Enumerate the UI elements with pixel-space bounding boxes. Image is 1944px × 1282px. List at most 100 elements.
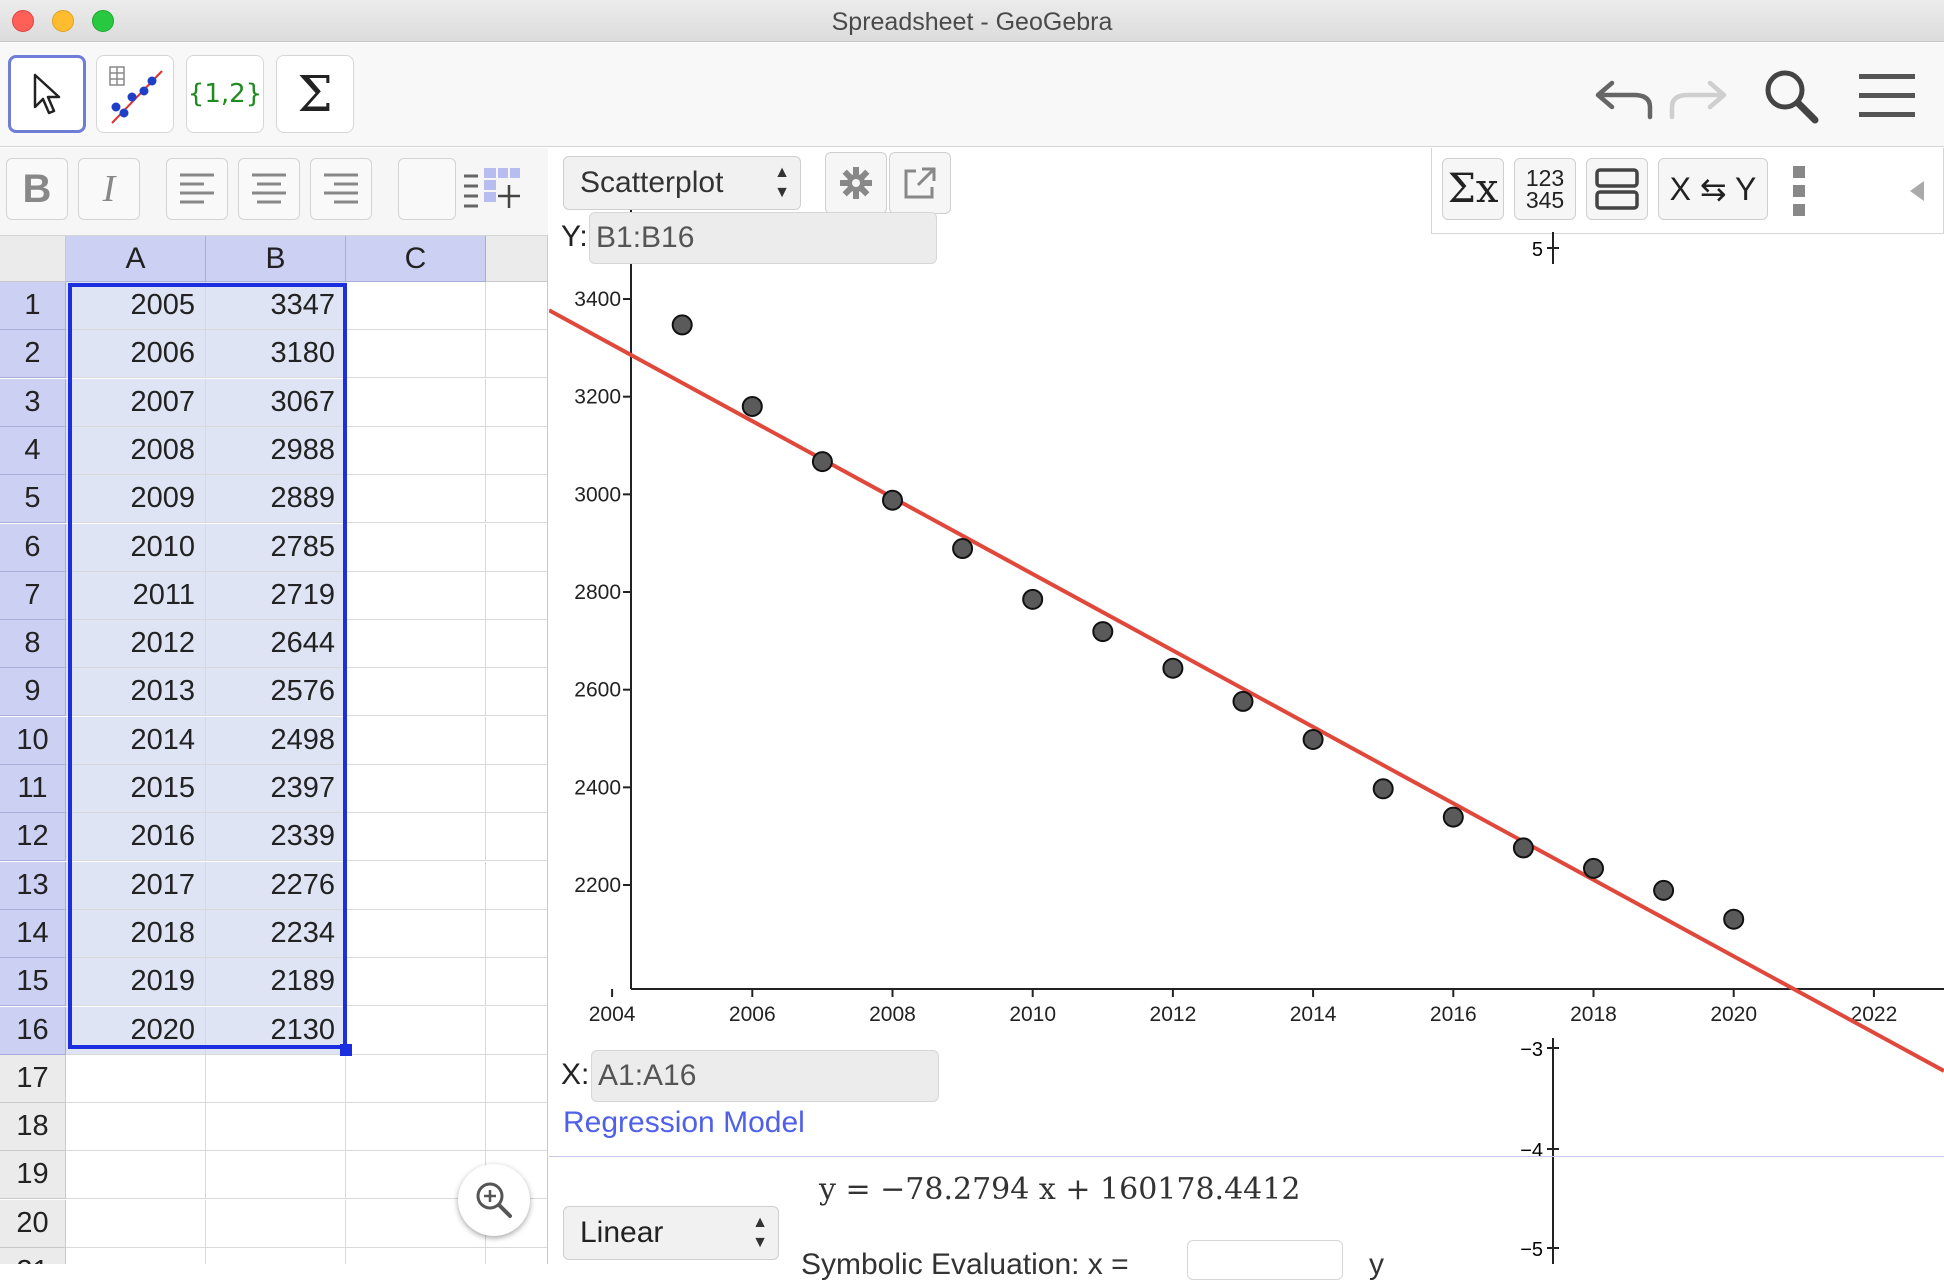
row-header[interactable]: 7	[0, 572, 66, 620]
cell-b[interactable]: 2234	[206, 910, 346, 958]
redo-button[interactable]	[1662, 61, 1732, 131]
cell-c[interactable]	[346, 958, 486, 1006]
row-header[interactable]: 12	[0, 813, 66, 861]
cell-d[interactable]	[486, 1055, 547, 1103]
cell-d[interactable]	[486, 379, 547, 427]
cell-b[interactable]: 3347	[206, 282, 346, 330]
align-center-button[interactable]	[238, 158, 300, 220]
cell-b[interactable]: 3180	[206, 330, 346, 378]
cell-a[interactable]: 2011	[66, 572, 206, 620]
cell-c[interactable]	[346, 1007, 486, 1055]
cell-b[interactable]	[206, 1103, 346, 1151]
cell-a[interactable]	[66, 1151, 206, 1199]
background-color-button[interactable]	[398, 158, 456, 220]
data-point[interactable]	[952, 538, 974, 560]
row-header[interactable]: 15	[0, 958, 66, 1006]
cell-c[interactable]	[346, 330, 486, 378]
cell-b[interactable]: 2276	[206, 862, 346, 910]
cell-b[interactable]	[206, 1151, 346, 1199]
show-data-button[interactable]: 123 345	[1514, 158, 1576, 220]
row-header[interactable]: 11	[0, 765, 66, 813]
move-tool-button[interactable]	[8, 55, 86, 133]
data-point[interactable]	[1022, 588, 1044, 610]
cell-b[interactable]: 2785	[206, 524, 346, 572]
show-input-bar-button[interactable]	[462, 166, 532, 218]
row-header[interactable]: 14	[0, 910, 66, 958]
row-header[interactable]: 10	[0, 717, 66, 765]
data-point[interactable]	[1372, 778, 1394, 800]
cell-a[interactable]: 2019	[66, 958, 206, 1006]
cell-d[interactable]	[486, 765, 547, 813]
zoom-in-button[interactable]	[458, 1164, 530, 1236]
plot-settings-button[interactable]	[825, 152, 887, 214]
row-header[interactable]: 13	[0, 862, 66, 910]
collapse-toolbar-button[interactable]	[1902, 176, 1932, 206]
cell-a[interactable]: 2020	[66, 1007, 206, 1055]
cell-a[interactable]: 2017	[66, 862, 206, 910]
search-button[interactable]	[1756, 61, 1826, 131]
bold-button[interactable]: B	[6, 158, 68, 220]
show-statistics-button[interactable]: Σx	[1442, 158, 1504, 220]
data-point[interactable]	[1653, 879, 1675, 901]
row-header[interactable]: 18	[0, 1103, 66, 1151]
cell-d[interactable]	[486, 862, 547, 910]
cell-b[interactable]: 2988	[206, 427, 346, 475]
select-all-corner[interactable]	[0, 236, 66, 282]
cell-a[interactable]: 2015	[66, 765, 206, 813]
cell-a[interactable]	[66, 1248, 206, 1264]
cell-a[interactable]: 2005	[66, 282, 206, 330]
split-view-button[interactable]	[1586, 158, 1648, 220]
column-header-d[interactable]	[486, 236, 547, 282]
cell-c[interactable]	[346, 524, 486, 572]
main-menu-button[interactable]	[1852, 61, 1922, 131]
row-header[interactable]: 8	[0, 620, 66, 668]
cell-a[interactable]: 2016	[66, 813, 206, 861]
cell-d[interactable]	[486, 475, 547, 523]
symbolic-evaluation-input[interactable]	[1187, 1240, 1343, 1280]
cell-d[interactable]	[486, 282, 547, 330]
cell-a[interactable]: 2018	[66, 910, 206, 958]
cell-d[interactable]	[486, 717, 547, 765]
row-header[interactable]: 19	[0, 1151, 66, 1199]
column-header-a[interactable]: A	[66, 236, 206, 282]
cell-a[interactable]: 2007	[66, 379, 206, 427]
cell-b[interactable]	[206, 1248, 346, 1264]
cell-c[interactable]	[346, 1248, 486, 1264]
cell-b[interactable]	[206, 1055, 346, 1103]
data-point[interactable]	[1092, 621, 1114, 643]
cell-c[interactable]	[346, 765, 486, 813]
cell-d[interactable]	[486, 1103, 547, 1151]
cell-c[interactable]	[346, 1103, 486, 1151]
cell-c[interactable]	[346, 910, 486, 958]
data-point[interactable]	[1512, 837, 1534, 859]
data-point[interactable]	[671, 314, 693, 336]
cell-c[interactable]	[346, 379, 486, 427]
cell-d[interactable]	[486, 330, 547, 378]
row-header[interactable]: 16	[0, 1007, 66, 1055]
cell-a[interactable]: 2014	[66, 717, 206, 765]
cell-a[interactable]: 2009	[66, 475, 206, 523]
cell-d[interactable]	[486, 1248, 547, 1264]
data-point[interactable]	[1582, 857, 1604, 879]
cell-d[interactable]	[486, 1007, 547, 1055]
cell-a[interactable]	[66, 1055, 206, 1103]
two-variable-regression-tool-button[interactable]	[96, 55, 174, 133]
cell-c[interactable]	[346, 427, 486, 475]
cell-c[interactable]	[346, 475, 486, 523]
undo-button[interactable]	[1590, 61, 1660, 131]
regression-type-select[interactable]: Linear ▲ ▼	[563, 1206, 779, 1260]
cell-a[interactable]: 2013	[66, 668, 206, 716]
cell-b[interactable]: 2576	[206, 668, 346, 716]
cell-a[interactable]: 2006	[66, 330, 206, 378]
cell-b[interactable]: 2397	[206, 765, 346, 813]
cell-b[interactable]: 2189	[206, 958, 346, 1006]
italic-button[interactable]: I	[78, 158, 140, 220]
cell-c[interactable]	[346, 862, 486, 910]
more-options-button[interactable]	[1788, 164, 1810, 218]
row-header[interactable]: 21	[0, 1248, 66, 1264]
row-header[interactable]: 9	[0, 668, 66, 716]
cell-a[interactable]: 2012	[66, 620, 206, 668]
data-point[interactable]	[881, 489, 903, 511]
row-header[interactable]: 6	[0, 524, 66, 572]
cell-a[interactable]	[66, 1200, 206, 1248]
